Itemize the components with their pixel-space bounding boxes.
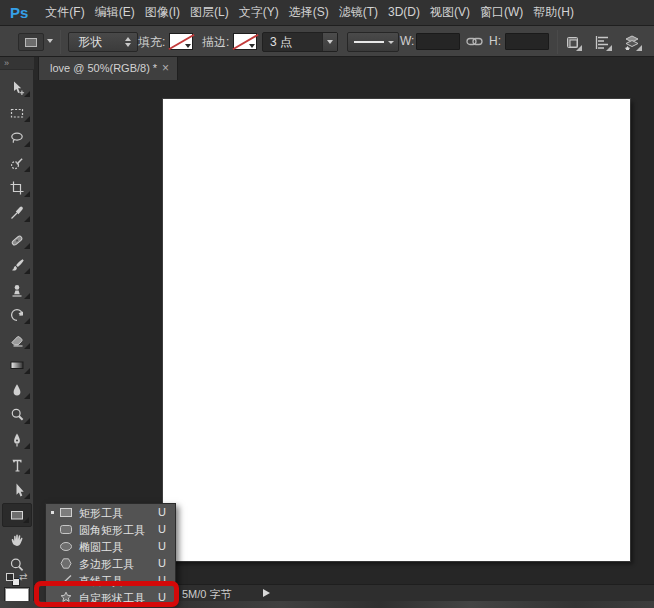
blur-tool[interactable]: [2, 378, 32, 402]
menu-3d[interactable]: 3D(D): [383, 0, 425, 25]
document-tab-title: love @ 50%(RGB/8) *: [50, 62, 157, 74]
ps-logo: Ps: [10, 4, 28, 21]
hand-tool[interactable]: [2, 528, 32, 552]
fill-dropdown-arrow: [185, 44, 191, 48]
rectangle-icon: [59, 506, 73, 519]
lasso-tool[interactable]: [2, 126, 32, 150]
selected-bullet: [51, 511, 54, 514]
document-tab[interactable]: love @ 50%(RGB/8) * ×: [38, 57, 178, 80]
history-brush-tool[interactable]: [2, 303, 32, 327]
rectangle-tool-selected[interactable]: [2, 503, 32, 527]
menu-item-rectangle-tool[interactable]: 矩形工具 U: [46, 504, 175, 521]
stroke-type-select[interactable]: [347, 32, 399, 52]
tool-mode-value: 形状: [78, 35, 102, 49]
quick-selection-tool[interactable]: [2, 151, 32, 175]
fill-label: 填充:: [138, 34, 165, 51]
tool-preset-button[interactable]: [18, 33, 44, 51]
stroke-width-dropdown-button[interactable]: [322, 33, 337, 51]
menu-bar: Ps 文件(F) 编辑(E) 图像(I) 图层(L) 文字(Y) 选择(S) 滤…: [0, 0, 654, 25]
menu-select[interactable]: 选择(S): [284, 0, 334, 25]
menu-item-rounded-rectangle-tool[interactable]: 圆角矩形工具 U: [46, 521, 175, 538]
menu-layer[interactable]: 图层(L): [185, 0, 234, 25]
menu-image[interactable]: 图像(I): [140, 0, 185, 25]
document-tab-bar: love @ 50%(RGB/8) * ×: [34, 57, 654, 80]
path-arrangement-button[interactable]: [621, 32, 643, 52]
height-label: H:: [489, 34, 501, 48]
stroke-dropdown-arrow: [249, 44, 255, 48]
brush-tool[interactable]: [2, 253, 32, 277]
gradient-tool[interactable]: [2, 353, 32, 377]
spot-healing-brush-tool[interactable]: [2, 228, 32, 252]
menu-file[interactable]: 文件(F): [40, 0, 89, 25]
type-tool[interactable]: [2, 453, 32, 477]
clone-stamp-tool[interactable]: [2, 278, 32, 302]
pen-tool[interactable]: [2, 428, 32, 452]
tool-mode-select[interactable]: 形状: [68, 32, 138, 52]
rounded-rectangle-icon: [59, 523, 73, 536]
menu-item-polygon-tool[interactable]: 多边形工具 U: [46, 555, 175, 572]
move-tool[interactable]: [2, 76, 32, 100]
menu-window[interactable]: 窗口(W): [475, 0, 528, 25]
path-selection-tool[interactable]: [2, 478, 32, 502]
dodge-tool[interactable]: [2, 403, 32, 427]
menu-help[interactable]: 帮助(H): [528, 0, 579, 25]
separator: [557, 30, 558, 54]
tool-options-bar: 形状 填充: 描边: 3 点 W: H:: [0, 25, 654, 57]
rectangular-marquee-tool[interactable]: [2, 101, 32, 125]
document-canvas[interactable]: [163, 99, 630, 561]
eraser-tool[interactable]: [2, 328, 32, 352]
path-alignment-button[interactable]: [591, 32, 613, 52]
stroke-width-value: 3 点: [270, 35, 292, 49]
tool-preset-dropdown-arrow[interactable]: [47, 39, 53, 43]
crop-tool[interactable]: [2, 176, 32, 200]
height-input[interactable]: [505, 33, 549, 50]
link-dimensions-icon[interactable]: [466, 35, 483, 48]
photoshop-window: Ps 文件(F) 编辑(E) 图像(I) 图层(L) 文字(Y) 选择(S) 滤…: [0, 0, 654, 608]
document-size-info: 5M/0 字节: [182, 587, 232, 602]
menu-item-ellipse-tool[interactable]: 椭圆工具 U: [46, 538, 175, 555]
eyedropper-tool[interactable]: [2, 201, 32, 225]
stroke-swatch[interactable]: [233, 33, 257, 50]
width-label: W:: [400, 34, 414, 48]
menu-type[interactable]: 文字(Y): [234, 0, 284, 25]
tool-preset-icon: [25, 38, 37, 47]
tab-close-icon[interactable]: ×: [162, 57, 169, 79]
path-operations-button[interactable]: [561, 32, 583, 52]
stroke-width-select[interactable]: 3 点: [262, 32, 338, 52]
fill-swatch[interactable]: [169, 33, 193, 50]
stroke-label: 描边:: [202, 34, 229, 51]
tool-mode-spinner-icon: [125, 37, 131, 47]
menu-view[interactable]: 视图(V): [425, 0, 475, 25]
tools-panel-collapse[interactable]: »: [0, 57, 34, 70]
separator: [60, 30, 61, 54]
menu-edit[interactable]: 编辑(E): [90, 0, 140, 25]
ellipse-icon: [59, 540, 73, 553]
menu-filter[interactable]: 滤镜(T): [334, 0, 383, 25]
polygon-icon: [59, 557, 73, 570]
tools-panel: »: [0, 57, 34, 601]
swap-colors-icon[interactable]: ⇄: [19, 571, 27, 582]
status-expand-arrow-icon[interactable]: [263, 589, 270, 597]
stroke-type-line-icon: [354, 41, 384, 43]
annotation-highlight: [34, 581, 179, 607]
width-input[interactable]: [416, 33, 460, 50]
